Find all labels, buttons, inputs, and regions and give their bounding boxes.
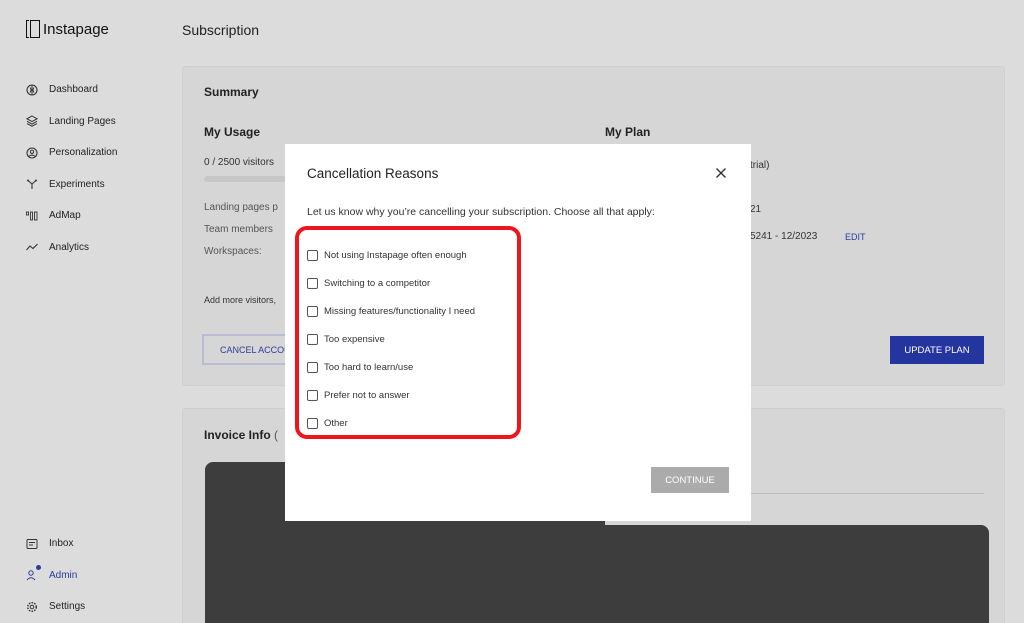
sidebar-item-experiments[interactable]: Experiments — [24, 169, 117, 201]
page-title: Subscription — [182, 22, 260, 38]
sidebar-item-label: Inbox — [49, 538, 74, 550]
sidebar-item-label: Dashboard — [49, 84, 98, 96]
sidebar-item-dashboard[interactable]: Dashboard — [24, 74, 117, 106]
invoice-title-paren: ( — [274, 428, 279, 442]
landing-pages-label: Landing pages p — [204, 202, 278, 213]
logo-mark-icon — [26, 20, 40, 38]
team-members-label: Team members — [204, 224, 273, 235]
annotation-highlight-box — [295, 226, 521, 439]
sidebar-item-label: Landing Pages — [49, 115, 116, 127]
plan-trial-text: trial) — [750, 160, 770, 171]
edit-link[interactable]: EDIT — [845, 232, 866, 242]
layers-icon — [24, 113, 40, 129]
sidebar-item-analytics[interactable]: Analytics — [24, 232, 117, 264]
logo[interactable]: Instapage — [26, 20, 109, 38]
sidebar-item-settings[interactable]: Settings — [24, 591, 85, 623]
branch-icon — [24, 176, 40, 192]
gear-icon — [24, 599, 40, 615]
update-plan-button[interactable]: UPDATE PLAN — [890, 336, 984, 364]
dashboard-icon — [24, 82, 40, 98]
plan-year-text: 21 — [750, 204, 762, 215]
sidebar-item-landing-pages[interactable]: Landing Pages — [24, 106, 117, 138]
dialog-prompt: Let us know why you’re cancelling your s… — [307, 206, 655, 218]
add-more-visitors-text: Add more visitors, — [204, 295, 277, 305]
sidebar-item-admap[interactable]: AdMap — [24, 200, 117, 232]
sidebar-item-label: Experiments — [49, 178, 105, 190]
sidebar-bottom-nav: Inbox Admin Settings — [24, 528, 85, 623]
user-circle-icon — [24, 145, 40, 161]
invoice-title-text: Invoice Info — [204, 428, 271, 442]
summary-title: Summary — [204, 85, 259, 99]
app-name: Instapage — [43, 20, 109, 38]
sidebar-item-label: Admin — [49, 569, 78, 581]
sidebar-item-label: AdMap — [49, 210, 81, 222]
trend-icon — [24, 239, 40, 255]
admin-icon — [24, 565, 41, 583]
sidebar-item-inbox[interactable]: Inbox — [24, 528, 85, 560]
sidebar-item-label: Settings — [49, 601, 86, 613]
usage-heading: My Usage — [204, 125, 261, 139]
dialog-title: Cancellation Reasons — [307, 166, 439, 181]
workspaces-label: Workspaces: — [204, 246, 262, 257]
close-icon[interactable] — [713, 165, 729, 181]
redaction-block-wide — [205, 525, 989, 623]
usage-visitors: 0 / 2500 visitors — [204, 157, 275, 168]
usage-progress-bar — [204, 176, 294, 182]
sidebar-item-label: Personalization — [49, 147, 118, 159]
invoice-divider — [750, 493, 984, 494]
sidebar-item-personalization[interactable]: Personalization — [24, 137, 117, 169]
sidebar-item-label: Analytics — [49, 241, 90, 253]
plan-card-text: 5241 - 12/2023 — [750, 231, 818, 242]
admap-icon — [24, 208, 40, 224]
plan-heading: My Plan — [605, 125, 651, 139]
sidebar-item-admin[interactable]: Admin — [24, 560, 85, 592]
sidebar-nav: Dashboard Landing Pages Personalization … — [24, 74, 117, 263]
inbox-icon — [24, 536, 40, 552]
sidebar: Instapage Dashboard Landing Pages Person… — [0, 0, 154, 623]
invoice-title: Invoice Info ( — [204, 428, 278, 442]
continue-button[interactable]: CONTINUE — [651, 467, 729, 493]
cancel-account-button[interactable]: CANCEL ACCOUNT — [202, 334, 297, 365]
